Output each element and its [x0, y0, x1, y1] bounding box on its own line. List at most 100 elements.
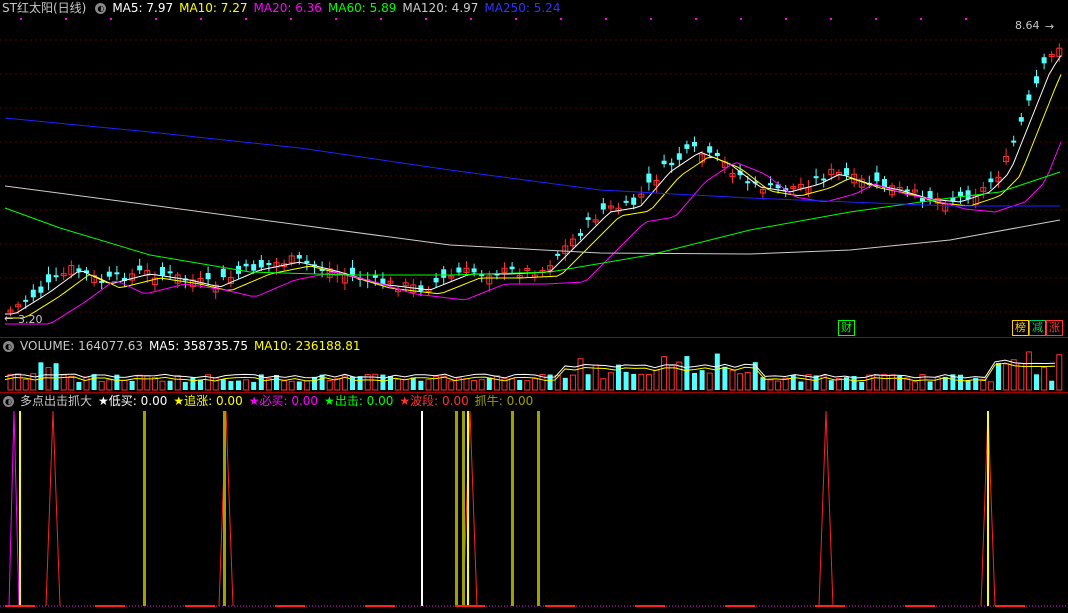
volume-bar-down [517, 379, 523, 390]
candle-body-down [578, 233, 583, 236]
volume-bar-up [600, 378, 607, 391]
top-marker-dot [650, 18, 652, 20]
volume-bar-up [174, 374, 181, 391]
volume-bar-up [144, 375, 151, 391]
volume-bars[interactable] [0, 338, 1068, 392]
volume-bar-up [212, 377, 219, 391]
volume-bar-down [714, 353, 720, 390]
candle-body-down [707, 146, 713, 153]
volume-bar-down [190, 377, 196, 390]
volume-bar-down [623, 371, 629, 390]
bottom-marker [995, 605, 1025, 607]
volume-bar-up [577, 358, 584, 391]
candle-body-down [874, 172, 880, 182]
candle-body-down [76, 268, 82, 272]
volume-bar-up [83, 376, 90, 391]
bottom-marker [815, 605, 845, 607]
top-marker-dot [605, 18, 607, 20]
volume-bar-up [987, 381, 994, 391]
candle-body-down [258, 260, 264, 268]
candle-body-down [646, 173, 652, 183]
candle-body-down [350, 267, 355, 276]
candle-body-down [137, 265, 143, 271]
volume-panel[interactable]: ◐ VOLUME: 164077.63 MA5: 358735.75 MA10:… [0, 338, 1068, 392]
volume-bar-up [478, 379, 485, 391]
volume-bar-up [45, 367, 52, 391]
top-marker-dot [830, 18, 832, 20]
volume-bar-down [220, 379, 226, 390]
bull-bar [223, 411, 226, 606]
top-marker-dot [380, 18, 382, 20]
low-price-label: 3.20 [18, 313, 43, 326]
high-arrow: → [1045, 20, 1054, 33]
volume-bar-down [350, 376, 355, 390]
signal-chart[interactable] [0, 393, 1068, 613]
volume-bar-up [15, 373, 22, 391]
volume-bar-up [638, 373, 645, 391]
volume-bar-up [775, 380, 782, 391]
volume-bar-up [448, 380, 455, 391]
top-marker-dot [65, 18, 67, 20]
top-marker-dot [515, 18, 517, 20]
volume-bar-up [881, 374, 888, 391]
tag-rise[interactable]: 涨 [1046, 320, 1063, 336]
tag-finance[interactable]: 财 [838, 320, 855, 336]
candle-body-down [106, 271, 112, 277]
ma20-line [5, 141, 1062, 325]
tag-billboard[interactable]: 榜 [1012, 320, 1029, 336]
volume-bar-up [440, 375, 447, 391]
volume-bar-up [326, 380, 333, 391]
candlestick-chart[interactable]: ←→ [0, 0, 1068, 337]
volume-bar-up [425, 379, 432, 391]
candle-body-down [692, 141, 697, 147]
volume-bar-down [296, 381, 302, 390]
indicator-panel[interactable]: ◐ 多点出击抓大 ★低买: 0.00 ★追涨: 0.00 ★必买: 0.00 ★… [0, 393, 1068, 613]
candle-body-down [745, 181, 751, 184]
top-marker-dot [470, 18, 472, 20]
volume-bar-up [402, 378, 409, 391]
bottom-marker [725, 605, 755, 607]
volume-bar-up [1056, 354, 1063, 391]
tag-reduce[interactable]: 减 [1029, 320, 1046, 336]
volume-bar-up [569, 374, 576, 391]
candle-body-down [456, 267, 462, 273]
bull-bar [537, 411, 540, 606]
price-panel[interactable]: ST红太阳(日线) ◐ MA5: 7.97 MA10: 7.27 MA20: 6… [0, 0, 1068, 337]
volume-bar-down [274, 375, 279, 390]
low-buy-bar [421, 411, 423, 606]
candle-body-down [304, 260, 310, 263]
volume-bar-down [684, 356, 690, 390]
volume-bar-down [562, 377, 568, 390]
candle-body-down [46, 274, 51, 283]
bull-bar [455, 411, 458, 606]
top-marker-dot [695, 18, 697, 20]
volume-bar-down [927, 381, 933, 390]
candle-body-down [1034, 76, 1039, 84]
candle-body-down [661, 160, 667, 165]
volume-bar-up [493, 375, 500, 391]
volume-bar-down [942, 376, 948, 390]
volume-bar-down [752, 362, 758, 390]
volume-bar-up [151, 377, 158, 391]
candle-body-down [114, 272, 120, 275]
volume-bar-up [744, 372, 751, 391]
bottom-marker [275, 605, 305, 607]
volume-bar-down [585, 374, 591, 390]
swing-spike [45, 410, 61, 607]
bottom-marker [455, 605, 485, 607]
volume-bar-up [22, 378, 29, 391]
top-marker-dot [785, 18, 787, 20]
volume-bar-down [357, 376, 363, 390]
candle-body-down [684, 144, 690, 149]
candle-body-down [205, 272, 211, 280]
volume-bar-up [767, 379, 774, 391]
volume-bar-down [996, 362, 1001, 390]
swing-spike [462, 410, 478, 607]
volume-bar-down [418, 380, 424, 390]
candle-body-down [441, 269, 447, 278]
volume-bar-down [380, 374, 386, 390]
low-arrow: ← [4, 312, 13, 325]
chase-bar [19, 411, 21, 606]
volume-bar-down [53, 363, 59, 390]
top-marker-dot [965, 18, 967, 20]
